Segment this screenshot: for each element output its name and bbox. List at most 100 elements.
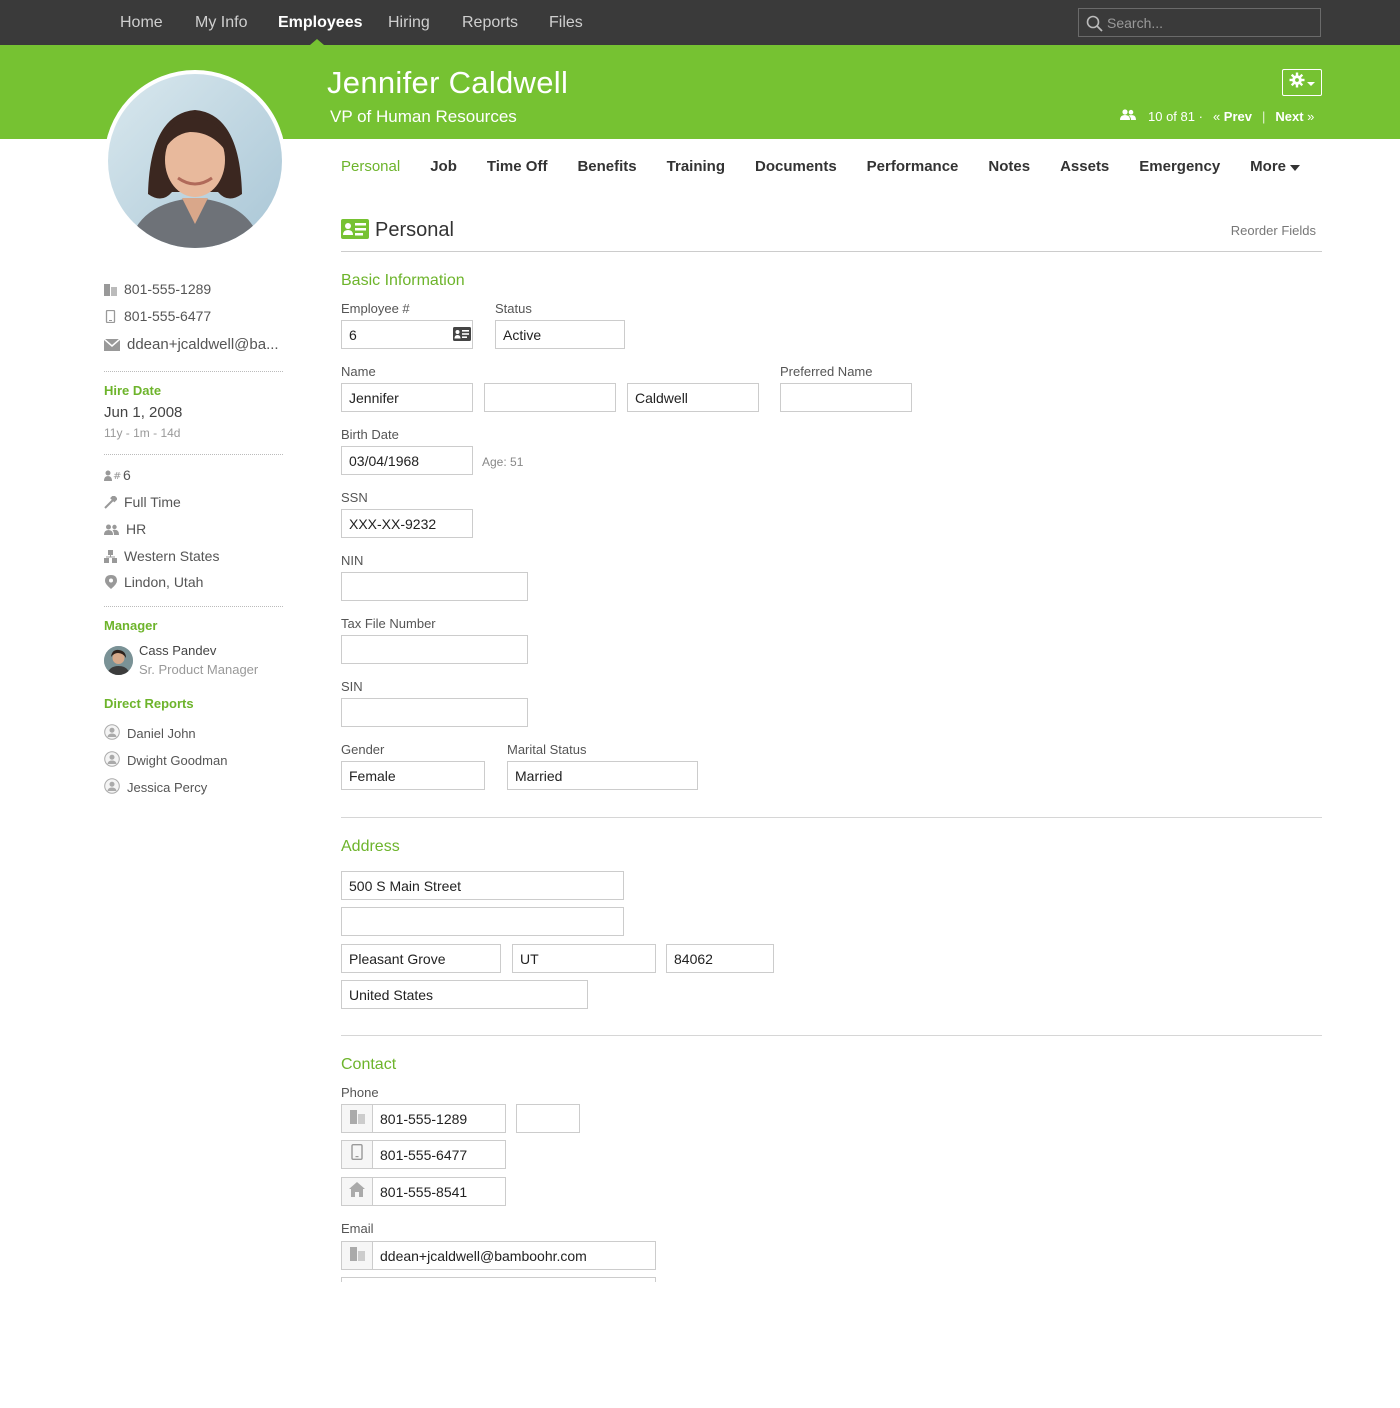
direct-report-name: Daniel John [127, 726, 196, 741]
chevron-down-icon [1307, 74, 1315, 92]
home-phone-input[interactable] [372, 1177, 506, 1206]
top-navigation: Home My Info Employees Hiring Reports Fi… [0, 0, 1400, 45]
direct-report-name: Dwight Goodman [127, 753, 228, 768]
tab-job[interactable]: Job [430, 158, 457, 175]
country-select[interactable] [341, 980, 588, 1009]
work-phone-ext-input[interactable] [516, 1104, 580, 1133]
tab-training[interactable]: Training [667, 158, 725, 175]
sidebar-email[interactable]: ddean+jcaldwell@ba... [104, 336, 279, 353]
work-phone-input[interactable] [372, 1104, 506, 1133]
hire-date: Jun 1, 2008 [104, 404, 183, 421]
mobile-phone-icon [351, 1143, 363, 1165]
tab-time-off[interactable]: Time Off [487, 158, 548, 175]
content-fade [341, 1282, 661, 1302]
preferred-name-input[interactable] [780, 383, 912, 412]
hammer-icon [104, 495, 117, 509]
sidebar-department: HR [104, 521, 146, 537]
sidebar-email-text: ddean+jcaldwell@ba... [127, 336, 279, 353]
manager-avatar[interactable] [104, 646, 133, 675]
city-input[interactable] [341, 944, 501, 973]
last-name-input[interactable] [627, 383, 759, 412]
direct-reports-label: Direct Reports [104, 696, 194, 711]
tab-assets[interactable]: Assets [1060, 158, 1109, 175]
nin-label: NIN [341, 553, 364, 568]
nav-hiring[interactable]: Hiring [388, 14, 430, 32]
tab-performance[interactable]: Performance [867, 158, 959, 175]
sidebar-divider [104, 454, 283, 455]
search-icon [1086, 15, 1103, 37]
sidebar-division: Western States [104, 548, 219, 564]
search-input[interactable] [1107, 13, 1312, 33]
status-input[interactable] [495, 320, 625, 349]
next-label: Next [1275, 109, 1304, 124]
home-icon [349, 1181, 365, 1202]
prev-link[interactable]: « Prev [1213, 109, 1252, 124]
employee-name: Jennifer Caldwell [327, 65, 569, 100]
tab-more[interactable]: More [1250, 158, 1300, 175]
tab-personal[interactable]: Personal [341, 158, 400, 175]
id-card-icon [453, 327, 471, 346]
nav-home[interactable]: Home [120, 14, 163, 32]
zip-input[interactable] [666, 944, 774, 973]
manager-name[interactable]: Cass Pandev [139, 643, 216, 658]
gender-select[interactable] [341, 761, 485, 790]
mobile-phone-icon-box [341, 1140, 373, 1169]
hire-date-label: Hire Date [104, 383, 162, 398]
tab-emergency[interactable]: Emergency [1139, 158, 1220, 175]
mobile-phone-input[interactable] [372, 1140, 506, 1169]
direct-report-item[interactable]: Dwight Goodman [104, 751, 227, 770]
sidebar-divider [104, 606, 283, 607]
street-1-input[interactable] [341, 871, 624, 900]
reorder-fields-link[interactable]: Reorder Fields [1231, 223, 1316, 238]
work-email-input[interactable] [372, 1241, 656, 1270]
preferred-name-label: Preferred Name [780, 364, 873, 379]
nav-employees[interactable]: Employees [278, 14, 362, 32]
middle-name-input[interactable] [484, 383, 616, 412]
tax-file-number-input[interactable] [341, 635, 528, 664]
sidebar-mobile-phone-text: 801-555-6477 [124, 308, 212, 324]
direct-report-item[interactable]: Daniel John [104, 724, 196, 743]
birth-date-input[interactable] [341, 446, 473, 475]
tab-documents[interactable]: Documents [755, 158, 837, 175]
tab-more-label: More [1250, 158, 1286, 175]
prev-label: Prev [1223, 109, 1252, 124]
sin-label: SIN [341, 679, 363, 694]
department-text: HR [126, 521, 147, 537]
state-select[interactable] [512, 944, 656, 973]
caret-down-icon [1290, 158, 1300, 175]
work-phone-icon-box [341, 1104, 373, 1133]
section-divider [341, 817, 1322, 818]
gender-label: Gender [341, 742, 385, 757]
pager-position: 10 of 81 · [1148, 109, 1203, 124]
name-label: Name [341, 364, 376, 379]
sidebar-employee-number: # 6 [104, 467, 131, 483]
employee-photo [104, 70, 286, 252]
profile-tabs: Personal Job Time Off Benefits Training … [341, 158, 1300, 175]
nav-reports[interactable]: Reports [462, 14, 518, 32]
nav-my-info[interactable]: My Info [195, 14, 247, 32]
user-icon [104, 751, 120, 770]
manager-label: Manager [104, 618, 158, 633]
marital-status-select[interactable] [507, 761, 698, 790]
nav-files[interactable]: Files [549, 14, 583, 32]
age-text: Age: 51 [482, 455, 524, 469]
personal-section-header: Personal Reorder Fields [341, 217, 1322, 252]
ssn-input[interactable] [341, 509, 473, 538]
first-name-input[interactable] [341, 383, 473, 412]
sidebar-work-phone-text: 801-555-1289 [124, 281, 212, 297]
office-phone-icon [104, 283, 117, 296]
next-link[interactable]: Next » [1275, 109, 1314, 124]
nin-input[interactable] [341, 572, 528, 601]
pager-separator: | [1261, 109, 1266, 124]
location-text: Lindon, Utah [124, 574, 204, 590]
street-2-input[interactable] [341, 907, 624, 936]
settings-menu-button[interactable] [1282, 69, 1322, 96]
tab-benefits[interactable]: Benefits [577, 158, 636, 175]
sin-input[interactable] [341, 698, 528, 727]
people-icon [104, 523, 119, 536]
direct-report-item[interactable]: Jessica Percy [104, 778, 207, 797]
office-phone-icon [349, 1109, 365, 1129]
employee-job-title: VP of Human Resources [330, 107, 517, 126]
tab-notes[interactable]: Notes [988, 158, 1030, 175]
gear-icon [1289, 72, 1305, 93]
